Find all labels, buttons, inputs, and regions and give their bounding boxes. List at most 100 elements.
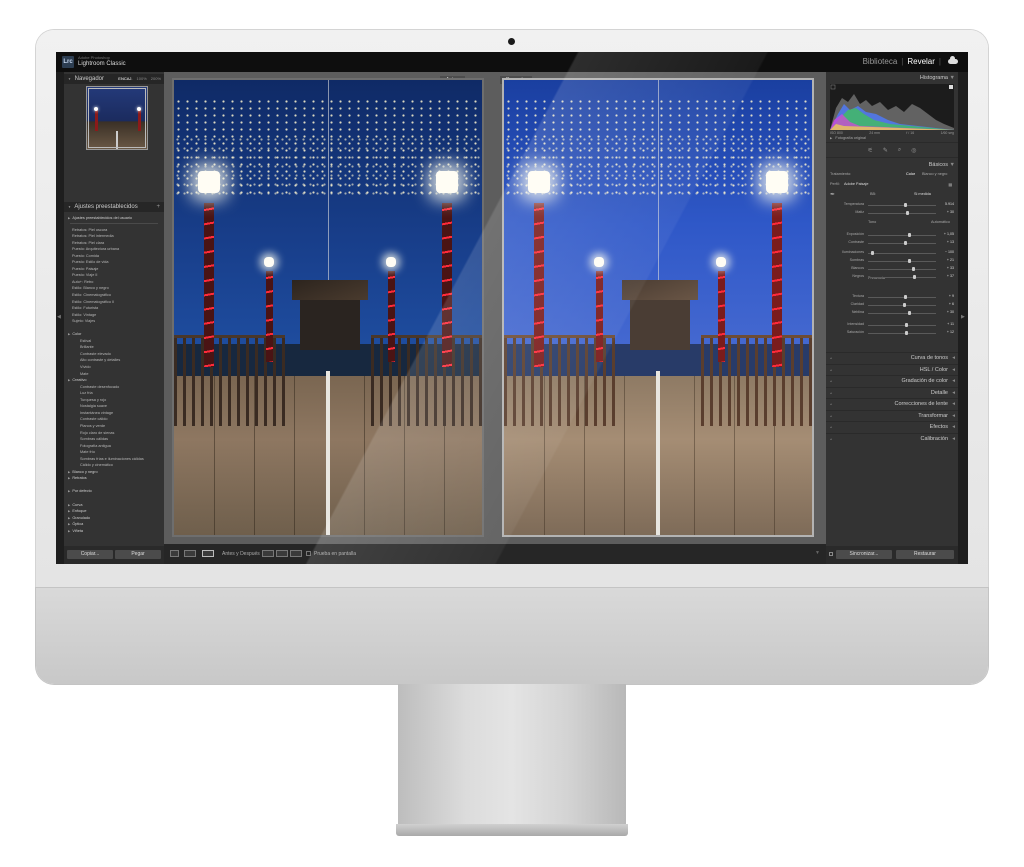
copy-button[interactable]: Copiar... [67,550,113,559]
add-preset-icon[interactable]: + [156,202,160,212]
slider-knob[interactable] [907,232,911,237]
slider-value[interactable]: 5.914 [940,202,954,206]
slider-iluminaciones[interactable]: Iluminaciones − 100 [830,250,954,256]
slider-track[interactable] [868,212,936,214]
soft-proof-checkbox[interactable] [306,551,311,556]
swap-before-after-icon[interactable] [290,550,302,557]
navigator-preview[interactable] [86,86,148,150]
module-revelar[interactable]: Revelar [907,57,935,66]
slider-contraste[interactable]: Contraste + 13 [830,240,954,246]
sync-button[interactable]: Sincronizar... [836,550,892,559]
reset-button[interactable]: Restaurar [896,550,954,559]
profile-browser-icon[interactable]: ▦ [948,182,952,187]
slider-track[interactable] [868,204,936,206]
panel-detalle[interactable]: ◂ Detalle ◂ [826,386,958,399]
slider-saturacin[interactable]: Saturación + 12 [830,330,954,336]
navigator-selection-box[interactable] [88,88,146,148]
slider-claridad[interactable]: Claridad + 6 [830,302,954,308]
slider-value[interactable]: − 100 [940,250,954,254]
collapse-right-arrow-icon[interactable]: ▶ [961,314,965,320]
slider-knob[interactable] [902,302,906,307]
slider-track[interactable] [868,260,936,262]
slider-knob[interactable] [904,202,908,207]
slider-value[interactable]: + 12 [940,330,954,334]
visibility-toggle-icon[interactable]: ◂ [830,411,832,422]
slider-track[interactable] [868,324,936,326]
visibility-toggle-icon[interactable]: ◂ [830,422,832,433]
panel-calibraci-n[interactable]: ◂ Calibración ◂ [826,432,958,445]
masking-icon[interactable]: ⌕ [898,147,901,154]
slider-knob[interactable] [911,266,915,271]
tone-auto-button[interactable]: Automático [931,220,950,224]
panel-correcciones-de-lente[interactable]: ◂ Correcciones de lente ◂ [826,398,958,409]
panel-curva-de-tonos[interactable]: ◂ Curva de tonos ◂ [826,352,958,363]
collapse-left-arrow-icon[interactable]: ◀ [57,314,61,320]
slider-value[interactable]: + 6 [940,302,954,306]
copy-after-to-before-icon[interactable] [276,550,288,557]
slider-value[interactable]: + 1,05 [940,232,954,236]
split-view-icon[interactable] [202,550,214,557]
slider-knob[interactable] [904,322,908,327]
slider-value[interactable]: + 9 [940,294,954,298]
slider-neblina[interactable]: Neblina + 30 [830,310,954,316]
panel-hsl-color[interactable]: ◂ HSL / Color ◂ [826,363,958,376]
slider-matiz[interactable]: Matiz + 30 [830,210,954,216]
slider-negros[interactable]: Negros + 37 [830,274,954,280]
edit-sliders-icon[interactable]: ⚟ [867,147,872,154]
slider-track[interactable] [868,296,936,298]
after-photo[interactable] [502,78,814,537]
panel-transformar[interactable]: ◂ Transformar ◂ [826,409,958,422]
slider-knob[interactable] [903,294,907,299]
slider-value[interactable]: + 33 [940,266,954,270]
slider-knob[interactable] [907,258,911,263]
zoom-tab-fit[interactable]: ENCAJ. [118,74,132,84]
slider-exposicin[interactable]: Exposición + 1,05 [830,232,954,238]
histogram-header[interactable]: Histograma ▼ [826,75,958,81]
paste-button[interactable]: Pegar [115,550,161,559]
eyedropper-icon[interactable]: ✒ [830,191,835,198]
treatment-bw[interactable]: Blanco y negro [922,172,947,176]
slider-track[interactable] [868,242,936,244]
slider-track[interactable] [868,312,936,314]
module-biblioteca[interactable]: Biblioteca [863,57,898,66]
before-photo[interactable] [172,78,484,537]
wb-select[interactable]: Si medida [914,192,931,196]
slider-track[interactable] [868,332,936,334]
healing-brush-icon[interactable]: ✎ [883,147,888,154]
cloud-icon[interactable] [948,56,958,64]
treatment-color[interactable]: Color [906,172,915,176]
before-after-view-icon[interactable] [184,550,196,557]
visibility-toggle-icon[interactable]: ◂ [830,399,832,410]
preset-folder[interactable]: ▶ Ajustes preestablecidos del usuario [64,215,164,222]
slider-blancos[interactable]: Blancos + 33 [830,266,954,272]
basic-header[interactable]: Básicos ▼ [826,162,958,168]
slider-knob[interactable] [906,210,910,215]
visibility-toggle-icon[interactable]: ◂ [830,388,832,399]
slider-track[interactable] [868,268,936,270]
original-photo-toggle[interactable]: ▶ Fotografía original [830,136,866,140]
slider-value[interactable]: + 30 [940,310,954,314]
slider-knob[interactable] [907,310,911,315]
loupe-view-icon[interactable] [170,550,179,557]
slider-track[interactable] [868,276,936,278]
presets-header[interactable]: ▼ Ajustes preestablecidos + [64,202,164,212]
sync-toggle-icon[interactable] [829,552,833,556]
profile-select[interactable]: Adobe Paisaje [844,182,869,186]
preset-folder[interactable]: ▶ Viñeta [64,528,164,535]
slider-value[interactable]: + 21 [940,258,954,262]
toolbar-menu-icon[interactable]: ▼ [815,550,820,556]
copy-before-to-after-icon[interactable] [262,550,274,557]
histogram[interactable] [830,84,954,130]
slider-knob[interactable] [904,330,908,335]
slider-knob[interactable] [912,274,916,279]
panel-gradaci-n-de-color[interactable]: ◂ Gradación de color ◂ [826,375,958,386]
view-mode-label[interactable]: Antes y Después [222,551,260,557]
slider-track[interactable] [868,252,936,254]
panel-efectos[interactable]: ◂ Efectos ◂ [826,421,958,432]
zoom-tab-200[interactable]: 200% [151,74,161,84]
slider-knob[interactable] [871,250,875,255]
zoom-tab-100[interactable]: 100% [137,74,147,84]
slider-value[interactable]: + 13 [940,240,954,244]
visibility-toggle-icon[interactable]: ◂ [830,365,832,376]
visibility-toggle-icon[interactable]: ◂ [830,434,832,445]
